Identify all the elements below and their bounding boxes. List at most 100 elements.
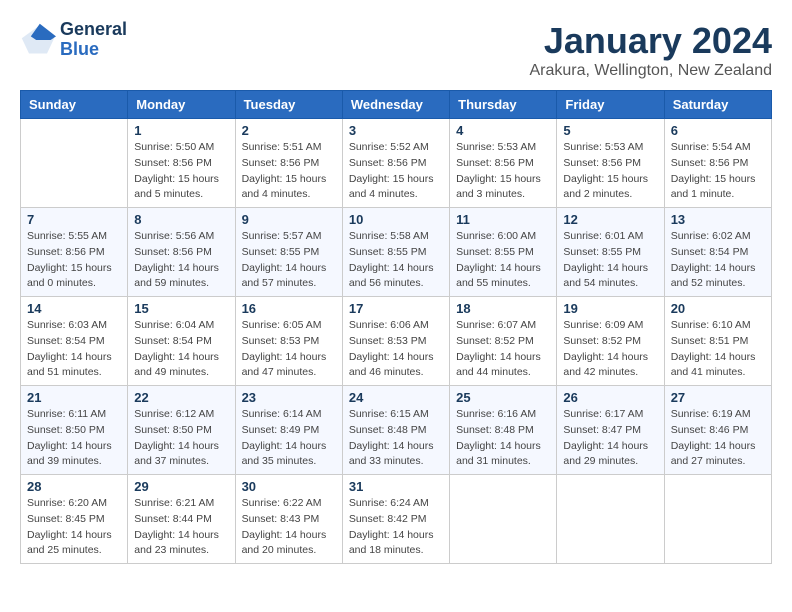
day-number: 4 <box>456 123 550 138</box>
calendar-cell: 21 Sunrise: 6:11 AMSunset: 8:50 PMDayligh… <box>21 386 128 475</box>
calendar-cell: 15 Sunrise: 6:04 AMSunset: 8:54 PMDayligh… <box>128 297 235 386</box>
day-info: Sunrise: 6:16 AMSunset: 8:48 PMDaylight:… <box>456 407 550 470</box>
calendar-cell: 20Sunrise: 6:10 AMSunset: 8:51 PMDayligh… <box>664 297 771 386</box>
calendar-cell <box>664 475 771 564</box>
day-info: Sunrise: 6:03 AMSunset: 8:54 PMDaylight:… <box>27 318 121 381</box>
day-info: Sunrise: 5:55 AMSunset: 8:56 PMDaylight:… <box>27 229 121 292</box>
calendar-cell: 8 Sunrise: 5:56 AMSunset: 8:56 PMDaylight… <box>128 208 235 297</box>
day-info: Sunrise: 6:01 AMSunset: 8:55 PMDaylight:… <box>563 229 657 292</box>
calendar-cell: 22 Sunrise: 6:12 AMSunset: 8:50 PMDayligh… <box>128 386 235 475</box>
day-number: 16 <box>242 301 336 316</box>
calendar-cell: 27 Sunrise: 6:19 AMSunset: 8:46 PMDayligh… <box>664 386 771 475</box>
calendar-cell: 23 Sunrise: 6:14 AMSunset: 8:49 PMDayligh… <box>235 386 342 475</box>
logo: General Blue <box>20 20 127 60</box>
day-number: 14 <box>27 301 121 316</box>
day-number: 13 <box>671 212 765 227</box>
header-row: SundayMondayTuesdayWednesdayThursdayFrid… <box>21 91 772 119</box>
day-info: Sunrise: 6:11 AMSunset: 8:50 PMDaylight:… <box>27 407 121 470</box>
calendar-cell <box>450 475 557 564</box>
day-number: 23 <box>242 390 336 405</box>
day-number: 2 <box>242 123 336 138</box>
day-info: Sunrise: 6:07 AMSunset: 8:52 PMDaylight:… <box>456 318 550 381</box>
day-header-monday: Monday <box>128 91 235 119</box>
day-info: Sunrise: 6:20 AMSunset: 8:45 PMDaylight:… <box>27 496 121 559</box>
day-info: Sunrise: 6:14 AMSunset: 8:49 PMDaylight:… <box>242 407 336 470</box>
calendar-cell: 5 Sunrise: 5:53 AMSunset: 8:56 PMDaylight… <box>557 119 664 208</box>
day-number: 30 <box>242 479 336 494</box>
calendar-cell: 10Sunrise: 5:58 AMSunset: 8:55 PMDayligh… <box>342 208 449 297</box>
day-info: Sunrise: 6:24 AMSunset: 8:42 PMDaylight:… <box>349 496 443 559</box>
calendar-cell: 29 Sunrise: 6:21 AMSunset: 8:44 PMDayligh… <box>128 475 235 564</box>
logo-icon <box>20 22 56 58</box>
calendar-cell: 11Sunrise: 6:00 AMSunset: 8:55 PMDayligh… <box>450 208 557 297</box>
day-number: 9 <box>242 212 336 227</box>
calendar-cell: 7 Sunrise: 5:55 AMSunset: 8:56 PMDaylight… <box>21 208 128 297</box>
calendar-cell: 31 Sunrise: 6:24 AMSunset: 8:42 PMDayligh… <box>342 475 449 564</box>
calendar-cell: 12Sunrise: 6:01 AMSunset: 8:55 PMDayligh… <box>557 208 664 297</box>
logo-text: General Blue <box>60 20 127 60</box>
day-number: 29 <box>134 479 228 494</box>
day-info: Sunrise: 5:56 AMSunset: 8:56 PMDaylight:… <box>134 229 228 292</box>
day-number: 7 <box>27 212 121 227</box>
calendar-cell: 13Sunrise: 6:02 AMSunset: 8:54 PMDayligh… <box>664 208 771 297</box>
day-number: 31 <box>349 479 443 494</box>
day-header-wednesday: Wednesday <box>342 91 449 119</box>
day-number: 3 <box>349 123 443 138</box>
day-info: Sunrise: 6:04 AMSunset: 8:54 PMDaylight:… <box>134 318 228 381</box>
location-title: Arakura, Wellington, New Zealand <box>530 62 773 80</box>
calendar-table: SundayMondayTuesdayWednesdayThursdayFrid… <box>20 90 772 564</box>
calendar-cell: 6 Sunrise: 5:54 AMSunset: 8:56 PMDaylight… <box>664 119 771 208</box>
day-info: Sunrise: 6:17 AMSunset: 8:47 PMDaylight:… <box>563 407 657 470</box>
calendar-cell: 9 Sunrise: 5:57 AMSunset: 8:55 PMDaylight… <box>235 208 342 297</box>
day-info: Sunrise: 6:15 AMSunset: 8:48 PMDaylight:… <box>349 407 443 470</box>
calendar-cell: 17 Sunrise: 6:06 AMSunset: 8:53 PMDayligh… <box>342 297 449 386</box>
day-info: Sunrise: 6:21 AMSunset: 8:44 PMDaylight:… <box>134 496 228 559</box>
day-number: 25 <box>456 390 550 405</box>
calendar-cell: 16 Sunrise: 6:05 AMSunset: 8:53 PMDayligh… <box>235 297 342 386</box>
day-info: Sunrise: 5:53 AMSunset: 8:56 PMDaylight:… <box>456 140 550 203</box>
calendar-cell: 14 Sunrise: 6:03 AMSunset: 8:54 PMDayligh… <box>21 297 128 386</box>
calendar-cell <box>21 119 128 208</box>
day-header-thursday: Thursday <box>450 91 557 119</box>
day-number: 17 <box>349 301 443 316</box>
day-header-tuesday: Tuesday <box>235 91 342 119</box>
day-info: Sunrise: 5:51 AMSunset: 8:56 PMDaylight:… <box>242 140 336 203</box>
day-info: Sunrise: 6:12 AMSunset: 8:50 PMDaylight:… <box>134 407 228 470</box>
day-info: Sunrise: 6:10 AMSunset: 8:51 PMDaylight:… <box>671 318 765 381</box>
day-number: 1 <box>134 123 228 138</box>
calendar-cell: 28Sunrise: 6:20 AMSunset: 8:45 PMDayligh… <box>21 475 128 564</box>
month-title: January 2024 <box>530 20 773 62</box>
day-number: 5 <box>563 123 657 138</box>
day-info: Sunrise: 5:57 AMSunset: 8:55 PMDaylight:… <box>242 229 336 292</box>
day-info: Sunrise: 6:00 AMSunset: 8:55 PMDaylight:… <box>456 229 550 292</box>
week-row-3: 14 Sunrise: 6:03 AMSunset: 8:54 PMDayligh… <box>21 297 772 386</box>
calendar-cell: 18 Sunrise: 6:07 AMSunset: 8:52 PMDayligh… <box>450 297 557 386</box>
calendar-cell: 30 Sunrise: 6:22 AMSunset: 8:43 PMDayligh… <box>235 475 342 564</box>
day-info: Sunrise: 5:53 AMSunset: 8:56 PMDaylight:… <box>563 140 657 203</box>
day-number: 19 <box>563 301 657 316</box>
week-row-1: 1 Sunrise: 5:50 AMSunset: 8:56 PMDaylight… <box>21 119 772 208</box>
day-number: 6 <box>671 123 765 138</box>
day-info: Sunrise: 6:19 AMSunset: 8:46 PMDaylight:… <box>671 407 765 470</box>
calendar-cell: 1 Sunrise: 5:50 AMSunset: 8:56 PMDaylight… <box>128 119 235 208</box>
calendar-cell: 19Sunrise: 6:09 AMSunset: 8:52 PMDayligh… <box>557 297 664 386</box>
day-number: 22 <box>134 390 228 405</box>
day-info: Sunrise: 6:05 AMSunset: 8:53 PMDaylight:… <box>242 318 336 381</box>
day-info: Sunrise: 6:06 AMSunset: 8:53 PMDaylight:… <box>349 318 443 381</box>
calendar-cell: 3 Sunrise: 5:52 AMSunset: 8:56 PMDaylight… <box>342 119 449 208</box>
week-row-4: 21 Sunrise: 6:11 AMSunset: 8:50 PMDayligh… <box>21 386 772 475</box>
calendar-cell: 4 Sunrise: 5:53 AMSunset: 8:56 PMDaylight… <box>450 119 557 208</box>
calendar-cell: 2 Sunrise: 5:51 AMSunset: 8:56 PMDaylight… <box>235 119 342 208</box>
day-number: 15 <box>134 301 228 316</box>
page-header: General Blue January 2024 Arakura, Welli… <box>20 20 772 80</box>
logo-general: General <box>60 19 127 39</box>
day-number: 21 <box>27 390 121 405</box>
day-info: Sunrise: 5:52 AMSunset: 8:56 PMDaylight:… <box>349 140 443 203</box>
day-info: Sunrise: 6:22 AMSunset: 8:43 PMDaylight:… <box>242 496 336 559</box>
calendar-cell: 26Sunrise: 6:17 AMSunset: 8:47 PMDayligh… <box>557 386 664 475</box>
day-number: 27 <box>671 390 765 405</box>
day-number: 18 <box>456 301 550 316</box>
day-info: Sunrise: 5:54 AMSunset: 8:56 PMDaylight:… <box>671 140 765 203</box>
day-info: Sunrise: 5:50 AMSunset: 8:56 PMDaylight:… <box>134 140 228 203</box>
day-number: 8 <box>134 212 228 227</box>
